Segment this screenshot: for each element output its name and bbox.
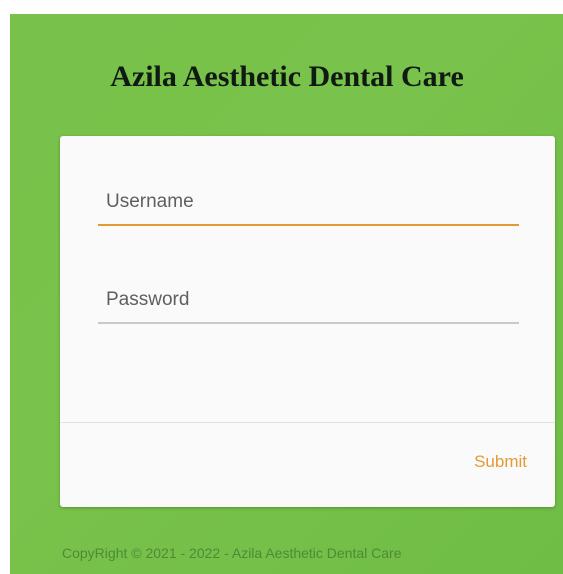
- password-input[interactable]: [98, 278, 519, 322]
- card-divider: [60, 422, 555, 423]
- submit-button[interactable]: Submit: [474, 452, 527, 472]
- login-page-background: Azila Aesthetic Dental Care Submit CopyR…: [10, 14, 563, 574]
- username-field-container: [98, 180, 519, 226]
- page-title: Azila Aesthetic Dental Care: [110, 60, 464, 93]
- login-card: Submit: [60, 136, 555, 507]
- copyright-footer: CopyRight © 2021 - 2022 - Azila Aestheti…: [62, 545, 402, 561]
- username-input[interactable]: [98, 180, 519, 224]
- password-field-container: [98, 278, 519, 324]
